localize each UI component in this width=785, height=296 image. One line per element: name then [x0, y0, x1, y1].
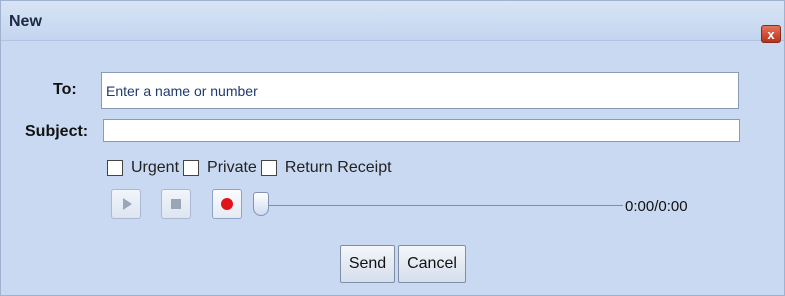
subject-label: Subject:: [25, 123, 89, 140]
send-button[interactable]: Send: [340, 245, 395, 283]
cancel-button[interactable]: Cancel: [398, 245, 466, 283]
close-icon: x: [767, 26, 775, 42]
to-label: To:: [53, 81, 77, 98]
play-icon: [122, 198, 132, 210]
return-receipt-checkbox[interactable]: [260, 160, 277, 176]
message-options: Urgent Private Return Receipt: [107, 158, 396, 178]
return-receipt-label: Return Receipt: [284, 159, 392, 176]
dialog-title: New: [9, 13, 42, 30]
recording-progress-track[interactable]: [263, 205, 623, 206]
private-label: Private: [207, 159, 257, 176]
stop-button[interactable]: [161, 189, 191, 219]
subject-input[interactable]: [103, 119, 740, 142]
stop-icon: [171, 199, 181, 209]
recording-time: 0:00/0:00: [625, 198, 688, 215]
record-button[interactable]: [212, 189, 242, 219]
play-button[interactable]: [111, 189, 141, 219]
private-checkbox[interactable]: [183, 160, 200, 176]
title-bar[interactable]: New x: [1, 1, 784, 43]
to-input[interactable]: [101, 72, 739, 109]
progress-slider-handle[interactable]: [253, 192, 269, 216]
urgent-label: Urgent: [131, 159, 180, 176]
urgent-checkbox[interactable]: [107, 160, 123, 176]
record-icon: [221, 198, 233, 210]
close-button[interactable]: x: [761, 25, 781, 43]
new-message-dialog: New x To: Subject: Urgent Private Return…: [0, 0, 785, 296]
